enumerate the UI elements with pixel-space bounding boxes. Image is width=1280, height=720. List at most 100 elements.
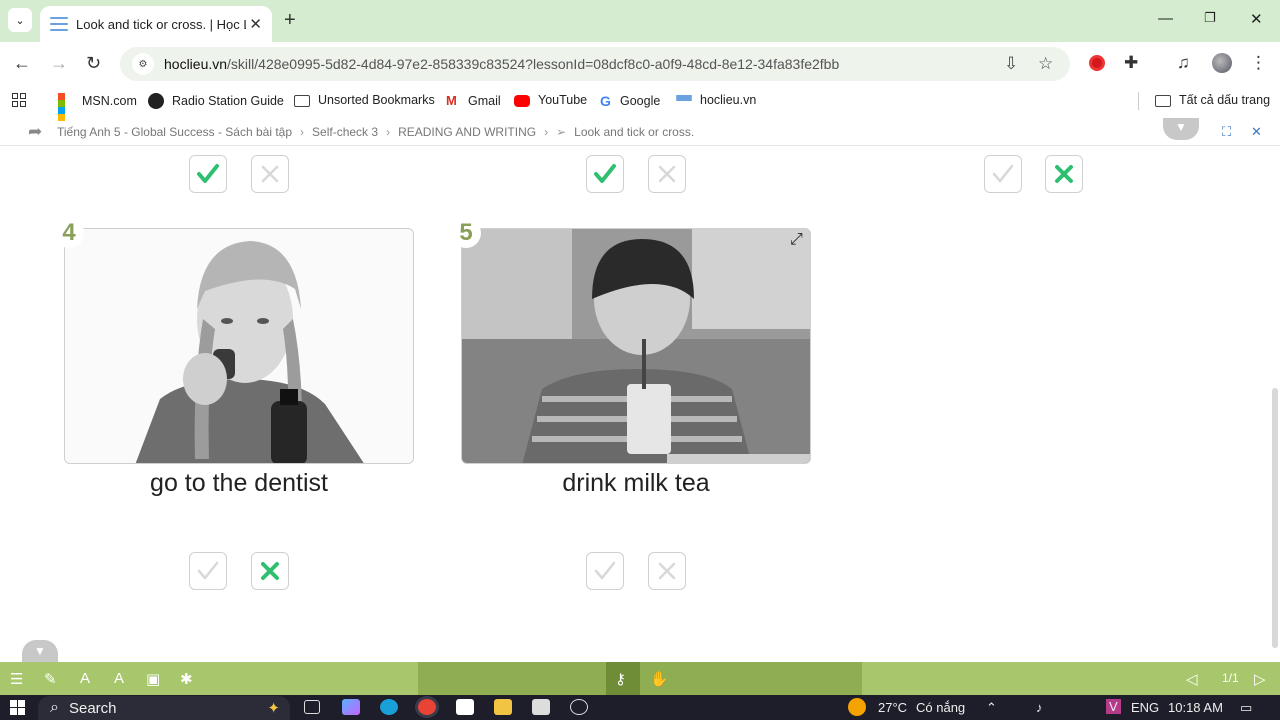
page-scrollbar[interactable] [1272, 388, 1278, 648]
breadcrumb: Tiếng Anh 5 - Global Success - Sách bài … [57, 125, 694, 139]
bookmark-unsorted[interactable]: Unsorted Bookmarks [294, 93, 435, 107]
weather-sun-icon [848, 698, 866, 716]
google-icon: G [600, 93, 611, 109]
all-bookmarks[interactable]: Tất cả dấu trang [1155, 93, 1270, 107]
tools-center-panel [418, 662, 862, 695]
fullscreen-icon[interactable]: ⛶ [1222, 124, 1231, 140]
site-info-icon[interactable]: ⚙ [132, 53, 154, 75]
expand-tools-chevron-icon[interactable]: ▼ [22, 640, 58, 662]
item-5-caption: drink milk tea [562, 469, 710, 497]
bug-icon[interactable]: ✱ [180, 670, 193, 688]
tick-icon [992, 164, 1014, 183]
url-text[interactable]: hoclieu.vn/skill/428e0995-5d82-4d84-97e2… [164, 56, 839, 72]
item-5-number: 5 [451, 218, 481, 248]
pen-icon[interactable]: ✎ [44, 670, 57, 688]
bookmark-hoclieu[interactable]: hoclieu.vn [676, 93, 756, 107]
folder-icon [294, 95, 310, 107]
cross-icon [658, 562, 676, 580]
item-5-cross-box[interactable] [648, 552, 686, 590]
weather-text[interactable]: Có nắng [916, 700, 965, 715]
profile-avatar[interactable] [1212, 53, 1232, 73]
tab-close-icon[interactable]: ✕ [249, 15, 262, 33]
extensions-puzzle-icon[interactable]: ✚ [1124, 53, 1138, 73]
chevron-right-icon: › [544, 125, 549, 139]
file-explorer-icon[interactable] [494, 699, 512, 715]
next-page-icon[interactable]: ▷ [1254, 670, 1266, 688]
back-reply-icon[interactable]: ➦ [28, 122, 42, 142]
tab-search-chevron-icon[interactable]: ⌄ [8, 8, 32, 32]
tab-title: Look and tick or cross. | Học Liệ [76, 16, 246, 32]
bookmark-radio-station-guide[interactable]: Radio Station Guide [148, 93, 284, 109]
obs-icon[interactable] [570, 699, 588, 715]
temperature[interactable]: 27°C [878, 700, 907, 715]
expand-image-icon[interactable]: ⤢ [790, 231, 803, 249]
apps-grid-icon[interactable] [12, 93, 26, 107]
back-arrow-icon[interactable]: ← [13, 53, 31, 74]
item-1-cross-box[interactable] [251, 155, 289, 193]
collapse-header-chevron-icon[interactable]: ▼ [1163, 118, 1199, 140]
bookmark-google[interactable]: G Google [600, 93, 660, 109]
vivaldi-tray-icon[interactable]: V [1106, 699, 1121, 714]
bookmark-msn[interactable]: MSN.com [58, 93, 137, 121]
chevron-right-icon: › [386, 125, 391, 139]
notifications-icon[interactable]: ▭ [1240, 700, 1252, 716]
font-increase-icon[interactable]: A [114, 670, 124, 687]
item-4-tick-box[interactable] [189, 552, 227, 590]
capcut-icon[interactable] [456, 699, 474, 715]
address-bar[interactable]: ⚙ hoclieu.vn/skill/428e0995-5d82-4d84-97… [120, 47, 1070, 81]
search-icon: ⌕ [50, 699, 59, 716]
language-indicator[interactable]: ENG [1131, 700, 1159, 715]
install-app-icon[interactable]: ⇩ [1004, 54, 1018, 74]
windows-start-icon[interactable] [10, 700, 25, 715]
chevron-up-icon[interactable]: ⌃ [986, 700, 997, 716]
hand-icon[interactable]: ✋ [650, 670, 669, 688]
bookmark-gmail[interactable]: M Gmail [446, 93, 501, 109]
task-view-icon[interactable] [304, 700, 320, 714]
breadcrumb-book[interactable]: Tiếng Anh 5 - Global Success - Sách bài … [57, 125, 292, 139]
boy-drinking-milk-tea-photo [462, 229, 810, 463]
bookmark-youtube[interactable]: YouTube [514, 93, 587, 107]
breadcrumb-section[interactable]: READING AND WRITING [398, 125, 536, 139]
more-menu-icon[interactable]: ⋮ [1250, 53, 1267, 73]
folder-icon [1155, 95, 1171, 107]
forward-arrow-icon[interactable]: → [50, 53, 68, 74]
minimize-icon[interactable]: — [1158, 10, 1173, 27]
copilot-app-icon[interactable] [342, 699, 360, 715]
tick-icon [594, 561, 616, 580]
font-decrease-icon[interactable]: A [80, 670, 90, 687]
item-5-picture[interactable] [461, 228, 811, 464]
item-2-tick-box[interactable] [586, 155, 624, 193]
item-4-caption: go to the dentist [150, 469, 328, 497]
edge-icon[interactable] [380, 699, 398, 715]
key-icon[interactable]: ⚷ [615, 670, 626, 688]
media-control-icon[interactable]: ♫ [1177, 53, 1190, 73]
volume-icon[interactable]: ♪ [1036, 700, 1043, 715]
item-4-picture[interactable] [64, 228, 414, 464]
item-3-tick-box[interactable] [984, 155, 1022, 193]
new-tab-plus-icon[interactable]: + [284, 9, 296, 32]
chrome-icon[interactable] [418, 699, 436, 715]
active-tab[interactable]: Look and tick or cross. | Học Liệ ✕ [40, 6, 272, 42]
reload-icon[interactable]: ↻ [86, 53, 101, 74]
opera-extension-icon[interactable] [1089, 55, 1105, 71]
item-3-cross-box[interactable] [1045, 155, 1083, 193]
image-icon[interactable]: ▣ [146, 670, 160, 688]
breadcrumb-unit[interactable]: Self-check 3 [312, 125, 378, 139]
item-4-cross-box[interactable] [251, 552, 289, 590]
item-1-tick-box[interactable] [189, 155, 227, 193]
msn-logo-icon [58, 93, 74, 121]
bookmark-star-icon[interactable]: ☆ [1038, 54, 1053, 74]
item-2-cross-box[interactable] [648, 155, 686, 193]
gmail-icon: M [446, 93, 457, 108]
send-icon: ➢ [556, 125, 567, 139]
clock[interactable]: 10:18 AM [1168, 700, 1223, 715]
window-close-icon[interactable]: ✕ [1250, 10, 1263, 28]
restore-icon[interactable]: ❐ [1204, 10, 1216, 26]
taskbar-search[interactable]: ⌕ Search ✦ [38, 696, 290, 720]
prev-page-icon[interactable]: ◁ [1186, 670, 1198, 688]
item-5-tick-box[interactable] [586, 552, 624, 590]
store-icon[interactable] [532, 699, 550, 715]
list-icon[interactable]: ☰ [10, 670, 23, 688]
close-lesson-icon[interactable]: ✕ [1251, 124, 1262, 140]
youtube-icon [514, 95, 530, 107]
